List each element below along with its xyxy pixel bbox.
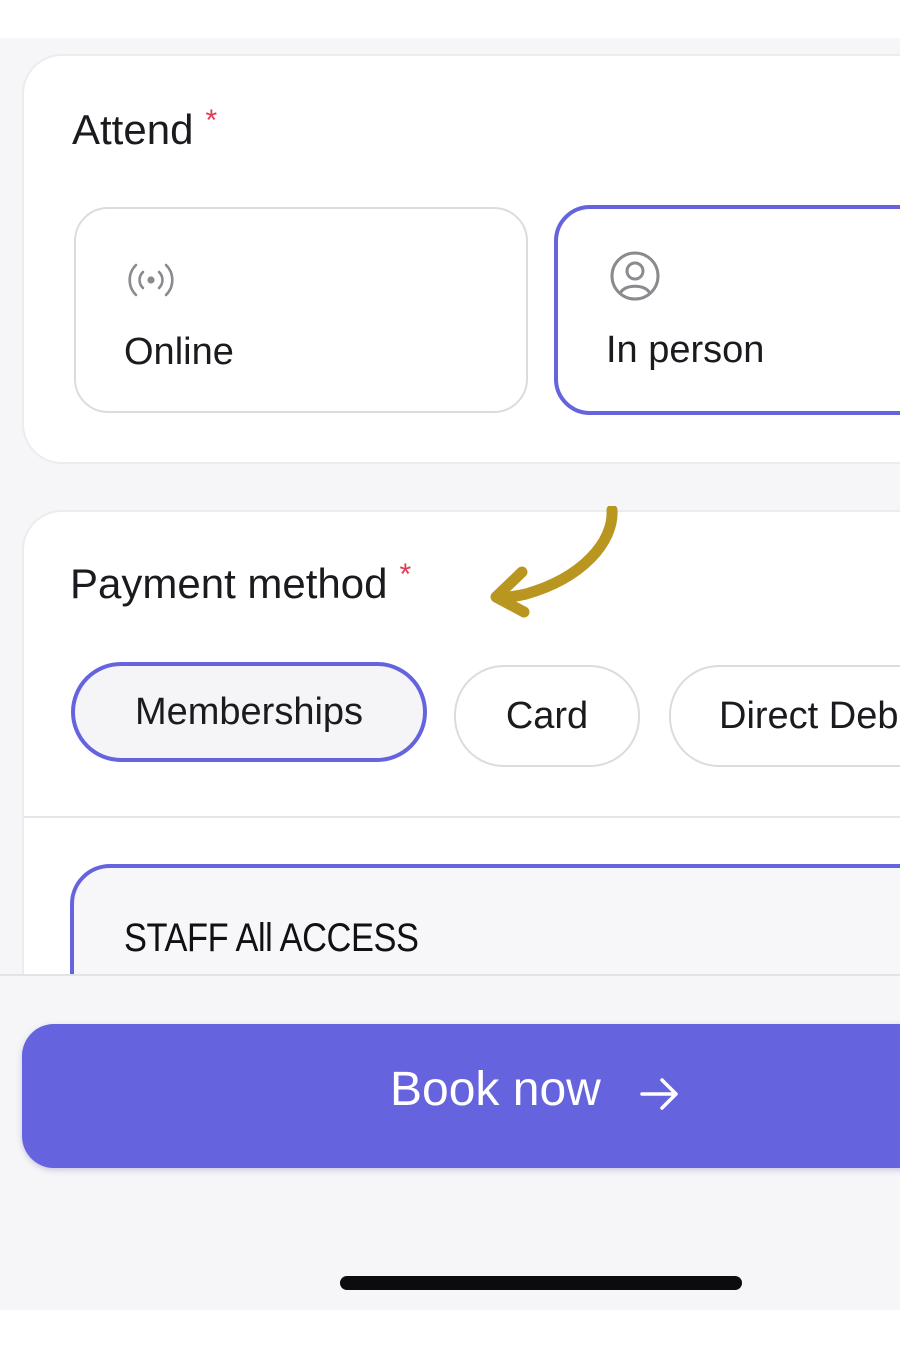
attend-option-label: Online [124, 331, 234, 373]
attend-label: Attend * [72, 104, 218, 154]
membership-name: STAFF All ACCESS [124, 916, 419, 960]
payment-method-memberships[interactable]: Memberships [71, 662, 427, 762]
payment-method-label-text: Payment method [70, 560, 388, 607]
attend-option-in-person[interactable]: In person [554, 205, 900, 415]
arrow-right-icon [640, 1078, 678, 1110]
booking-screen: Attend * Online In person Payment method * [0, 38, 900, 1310]
payment-method-card[interactable]: Card [454, 665, 640, 767]
home-indicator[interactable] [340, 1276, 742, 1290]
section-divider [24, 816, 900, 818]
payment-method-direct-debit[interactable]: Direct Debit [669, 665, 900, 767]
annotation-arrow-icon [490, 506, 618, 618]
payment-method-label: Direct Debit [719, 694, 900, 737]
payment-method-label: Payment method * [70, 558, 412, 608]
required-mark: * [399, 558, 412, 591]
book-now-button[interactable]: Book now [22, 1024, 900, 1168]
user-circle-icon [610, 251, 660, 301]
payment-method-label: Memberships [134, 690, 364, 733]
broadcast-icon [128, 263, 174, 297]
book-now-label: Book now [390, 1063, 601, 1116]
payment-method-label: Card [505, 694, 589, 737]
attend-option-label: In person [606, 329, 765, 371]
attend-card: Attend * Online In person [22, 54, 900, 464]
attend-option-online[interactable]: Online [74, 207, 528, 413]
attend-label-text: Attend [72, 106, 194, 153]
bottom-action-bar: Book now [0, 974, 900, 1310]
required-mark: * [205, 104, 218, 137]
